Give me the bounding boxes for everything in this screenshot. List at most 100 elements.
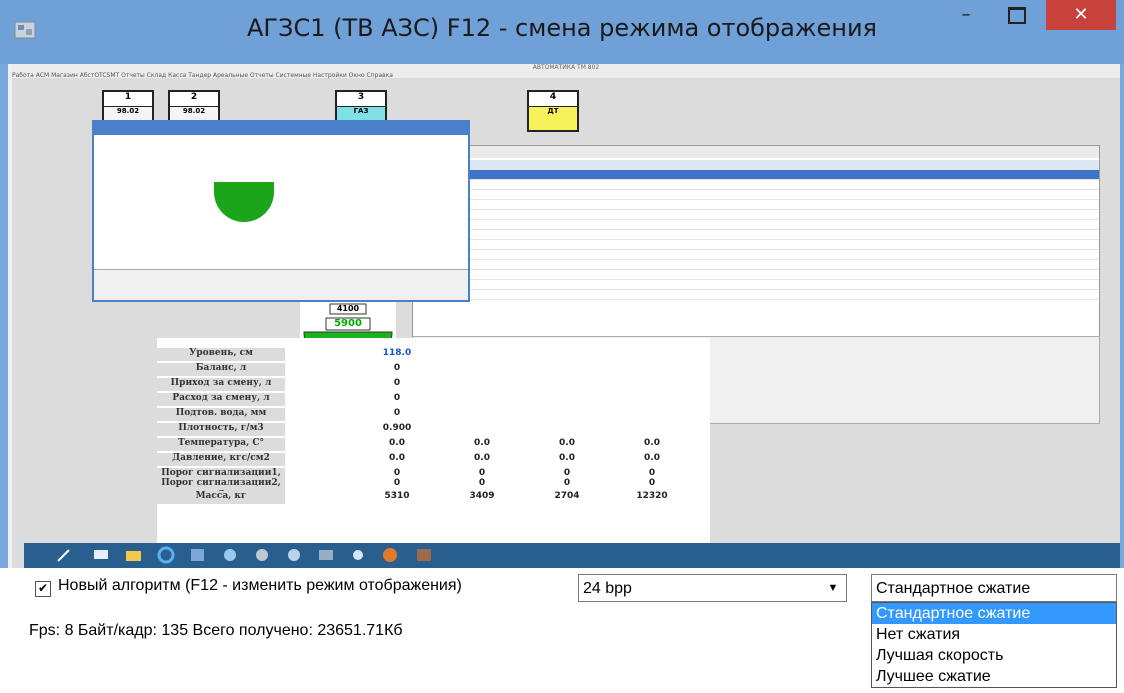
table-row [413, 180, 1099, 190]
dispenser-fuel: 98.02 [182, 107, 206, 115]
check-icon: ✔ [37, 581, 49, 595]
compression-select[interactable]: Стандартное сжатие [871, 574, 1117, 602]
taskbar-ie-icon[interactable] [156, 546, 176, 564]
grid-value: 5310 [384, 491, 410, 501]
color-depth-value: 24 bpp [583, 580, 632, 597]
compression-option[interactable]: Нет сжатия [872, 624, 1116, 645]
table-row [413, 240, 1099, 250]
grid-value: 3409 [469, 491, 495, 501]
grid-value: 0 [393, 478, 401, 488]
tank-data-grid: Уровень, см Баланс, л Приход за смену, л… [157, 338, 710, 556]
grid-label: Температура, С° [157, 438, 285, 452]
taskbar-app-icon[interactable] [188, 546, 208, 564]
taskbar-folder-icon[interactable] [124, 546, 144, 564]
remote-screen[interactable]: АВТОМАТИКА ТМ 802 Работа АСМ Магазин Абс… [12, 64, 1120, 568]
table-row [413, 210, 1099, 220]
grid-value: 0.0 [644, 438, 660, 448]
dispenser-fuel: ГАЗ [353, 107, 369, 115]
grid-value: 0 [563, 478, 571, 488]
grid-label: Подтов. вода, мм [157, 408, 285, 422]
taskbar-user-icon[interactable] [348, 546, 368, 564]
grid-value: 0.0 [474, 438, 490, 448]
grid-label: Уровень, см [157, 348, 285, 362]
table-row [413, 290, 1099, 300]
compression-value: Стандартное сжатие [876, 580, 1031, 597]
grid-value: 0 [648, 478, 656, 488]
compression-dropdown-list: Стандартное сжатие Нет сжатия Лучшая ско… [871, 602, 1117, 688]
dispenser-fuel: ДТ [547, 107, 559, 115]
grid-value: 0 [393, 408, 401, 418]
grid-value: 118.0 [382, 348, 412, 358]
dispenser-number: 1 [104, 92, 152, 107]
grid-value: 2704 [554, 491, 580, 501]
maximize-button[interactable] [995, 0, 1039, 30]
remote-taskbar [24, 543, 1120, 568]
dispenser-number: 2 [170, 92, 218, 107]
gauge-value: 5900 [334, 318, 362, 329]
table-row [413, 190, 1099, 200]
maximize-icon [1008, 6, 1026, 24]
taskbar-gallery-icon[interactable] [414, 546, 434, 564]
nested-controls [94, 269, 468, 300]
nested-gauge-icon [214, 182, 274, 222]
grid-value: 12320 [636, 491, 668, 501]
table-row [413, 170, 1099, 180]
table-row [413, 250, 1099, 260]
dispenser-4[interactable]: 4 ДТ [527, 90, 579, 132]
compression-option[interactable]: Лучшее сжатие [872, 666, 1116, 687]
grid-value: 0 [393, 378, 401, 388]
remote-log-title [413, 146, 1099, 158]
app-window: АГЗС1 (ТВ АЗС) F12 - смена режима отобра… [0, 0, 1124, 693]
nested-remote-window[interactable] [92, 120, 470, 302]
grid-value: 0.0 [644, 453, 660, 463]
dispenser-fuel: 98.02 [116, 107, 140, 115]
taskbar-ball-icon[interactable] [284, 546, 304, 564]
grid-label: Баланс, л [157, 363, 285, 377]
taskbar-pen-icon[interactable] [54, 546, 74, 564]
dispenser-number: 4 [529, 92, 577, 107]
taskbar-firefox-icon[interactable] [380, 546, 400, 564]
grid-value: 0.0 [389, 453, 405, 463]
chevron-down-icon[interactable]: ▼ [820, 575, 846, 601]
minimize-button[interactable]: – [944, 0, 988, 30]
table-row [413, 280, 1099, 290]
grid-value: 0.0 [389, 438, 405, 448]
grid-value: 0.900 [382, 423, 412, 433]
new-algorithm-label: Новый алгоритм (F12 - изменить режим ото… [58, 577, 462, 594]
grid-label: Порог сигнализации2, л [157, 478, 285, 498]
taskbar-remote-icon[interactable] [220, 546, 240, 564]
close-button[interactable]: ✕ [1046, 0, 1116, 30]
taskbar-monitor-icon[interactable] [92, 546, 112, 564]
grid-value: 0 [393, 393, 401, 403]
table-row [413, 160, 1099, 170]
viewer-controls: ✔ Новый алгоритм (F12 - изменить режим о… [0, 568, 1124, 693]
remote-menu-bar: Работа АСМ Магазин АбстOTCSMT Отчеты Скл… [12, 72, 393, 79]
grid-label: Плотность, г/м3 [157, 423, 285, 437]
grid-label: Давление, кгс/см2 [157, 453, 285, 467]
compression-option[interactable]: Стандартное сжатие [872, 603, 1116, 624]
new-algorithm-checkbox[interactable]: ✔ [35, 581, 51, 597]
compression-option[interactable]: Лучшая скорость [872, 645, 1116, 666]
table-row [413, 220, 1099, 230]
grid-label: Масса, кг [157, 491, 285, 505]
taskbar-chart-icon[interactable] [252, 546, 272, 564]
close-icon: ✕ [1073, 4, 1089, 25]
table-row [413, 260, 1099, 270]
color-depth-select[interactable]: 24 bpp ▼ [578, 574, 847, 602]
grid-label: Приход за смену, л [157, 378, 285, 392]
title-bar[interactable]: АГЗС1 (ТВ АЗС) F12 - смена режима отобра… [0, 0, 1124, 64]
grid-value: 0.0 [474, 453, 490, 463]
nested-window-title [94, 122, 468, 135]
grid-label: Расход за смену, л [157, 393, 285, 407]
taskbar-screen-icon[interactable] [316, 546, 336, 564]
table-row [413, 230, 1099, 240]
table-row [413, 270, 1099, 280]
grid-value: 0.0 [559, 453, 575, 463]
table-row [413, 200, 1099, 210]
status-text: Fps: 8 Байт/кадр: 135 Всего получено: 23… [29, 622, 403, 639]
gauge-top-value: 4100 [336, 304, 360, 313]
grid-value: 0 [393, 363, 401, 373]
minimize-icon: – [961, 4, 971, 25]
grid-value: 0 [478, 478, 486, 488]
grid-value: 0.0 [559, 438, 575, 448]
